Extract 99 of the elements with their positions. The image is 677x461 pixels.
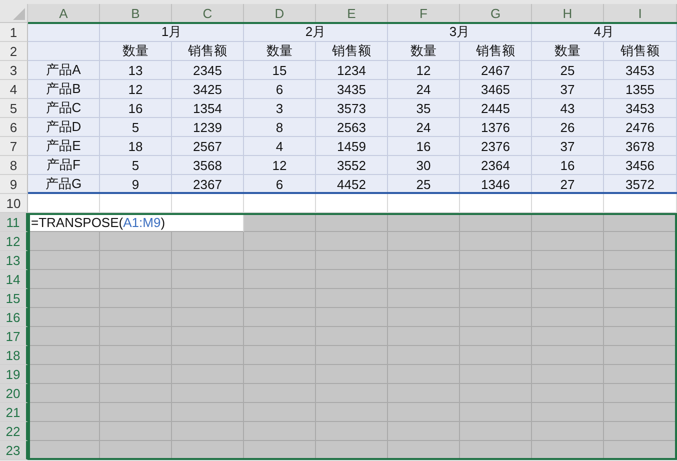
row-header[interactable]: 16 <box>0 308 28 327</box>
table-cell: 3435 <box>316 80 388 99</box>
table-cell: 6 <box>244 80 316 99</box>
column-header[interactable]: F <box>388 4 460 23</box>
row-header[interactable]: 8 <box>0 156 28 175</box>
row-header[interactable]: 3 <box>0 61 28 80</box>
table-cell: 1355 <box>604 80 677 99</box>
table-cell: 5 <box>100 118 172 137</box>
table-cell: 8 <box>244 118 316 137</box>
table-cell: 35 <box>388 99 460 118</box>
row-header[interactable]: 15 <box>0 289 28 308</box>
table-cell: 37 <box>532 80 604 99</box>
row-header[interactable]: 12 <box>0 232 28 251</box>
table-cell: 5 <box>100 156 172 175</box>
table-cell: 2567 <box>172 137 244 156</box>
table-cell: 3 <box>244 99 316 118</box>
table-cell: 3678 <box>604 137 677 156</box>
row-header[interactable]: 18 <box>0 346 28 365</box>
table-cell: 产品D <box>28 118 100 137</box>
row-header[interactable]: 21 <box>0 403 28 422</box>
table-cell: 1376 <box>460 118 532 137</box>
row-header[interactable]: 14 <box>0 270 28 289</box>
table-cell: 产品B <box>28 80 100 99</box>
row-header[interactable]: 7 <box>0 137 28 156</box>
table-cell: 2364 <box>460 156 532 175</box>
row-header[interactable]: 6 <box>0 118 28 137</box>
row-header[interactable]: 23 <box>0 441 28 460</box>
column-header[interactable]: B <box>100 4 172 23</box>
column-header[interactable]: A <box>28 4 100 23</box>
row-header[interactable]: 2 <box>0 42 28 61</box>
row-header[interactable]: 1 <box>0 23 28 42</box>
table-cell: 产品A <box>28 61 100 80</box>
table-cell: 24 <box>388 80 460 99</box>
table-cell: 2月 <box>244 23 388 42</box>
table-cell: 3月 <box>388 23 532 42</box>
table-cell: 3425 <box>172 80 244 99</box>
table-cell: 4月 <box>532 23 677 42</box>
table-cell: 2376 <box>460 137 532 156</box>
table-cell: 25 <box>532 61 604 80</box>
table-cell: 数量 <box>100 42 172 61</box>
table-cell: 1354 <box>172 99 244 118</box>
table-cell: 12 <box>100 80 172 99</box>
table-cell: 2445 <box>460 99 532 118</box>
table-cell: 3568 <box>172 156 244 175</box>
table-cell: 3552 <box>316 156 388 175</box>
row-header[interactable]: 22 <box>0 422 28 441</box>
row-header[interactable]: 4 <box>0 80 28 99</box>
table-cell: 1月 <box>100 23 244 42</box>
table-cell: 2467 <box>460 61 532 80</box>
table-cell: 3465 <box>460 80 532 99</box>
table-cell: 12 <box>244 156 316 175</box>
table-cell: 3573 <box>316 99 388 118</box>
table-cell: 15 <box>244 61 316 80</box>
column-header[interactable]: H <box>532 4 604 23</box>
table-cell: 3456 <box>604 156 677 175</box>
table-cell: 26 <box>532 118 604 137</box>
select-all-icon[interactable] <box>13 8 25 20</box>
row-header[interactable]: 20 <box>0 384 28 403</box>
table-cell: 30 <box>388 156 460 175</box>
column-header[interactable]: I <box>604 4 677 23</box>
column-header[interactable]: D <box>244 4 316 23</box>
table-cell: 销售额 <box>316 42 388 61</box>
table-cell: 数量 <box>532 42 604 61</box>
column-header[interactable]: E <box>316 4 388 23</box>
table-cell: 1459 <box>316 137 388 156</box>
table-cell: 3453 <box>604 99 677 118</box>
table-cell: 2563 <box>316 118 388 137</box>
row-header[interactable]: 17 <box>0 327 28 346</box>
table-cell: 2345 <box>172 61 244 80</box>
table-cell: 3453 <box>604 61 677 80</box>
table-cell: 2476 <box>604 118 677 137</box>
table-cell: 37 <box>532 137 604 156</box>
table-cell: 数量 <box>244 42 316 61</box>
table-cell: 16 <box>100 99 172 118</box>
table-cell: 16 <box>532 156 604 175</box>
table-cell: 43 <box>532 99 604 118</box>
row-header[interactable]: 5 <box>0 99 28 118</box>
table-cell: 12 <box>388 61 460 80</box>
row-header[interactable]: 11 <box>0 213 28 232</box>
table-cell: 4 <box>244 137 316 156</box>
table-cell: 数量 <box>388 42 460 61</box>
table-cell: 1239 <box>172 118 244 137</box>
row-header[interactable]: 10 <box>0 194 28 213</box>
row-header[interactable]: 13 <box>0 251 28 270</box>
table-cell: 16 <box>388 137 460 156</box>
column-header[interactable]: C <box>172 4 244 23</box>
table-cell: 1234 <box>316 61 388 80</box>
table-cell: 18 <box>100 137 172 156</box>
table-cell: 13 <box>100 61 172 80</box>
table-cell: 产品F <box>28 156 100 175</box>
table-cell: 销售额 <box>460 42 532 61</box>
table-cell: 产品E <box>28 137 100 156</box>
table-cell: 销售额 <box>172 42 244 61</box>
table-cell: 产品C <box>28 99 100 118</box>
row-header[interactable]: 19 <box>0 365 28 384</box>
table-cell: 24 <box>388 118 460 137</box>
table-cell: 销售额 <box>604 42 677 61</box>
row-header[interactable]: 9 <box>0 175 28 194</box>
column-header[interactable]: G <box>460 4 532 23</box>
